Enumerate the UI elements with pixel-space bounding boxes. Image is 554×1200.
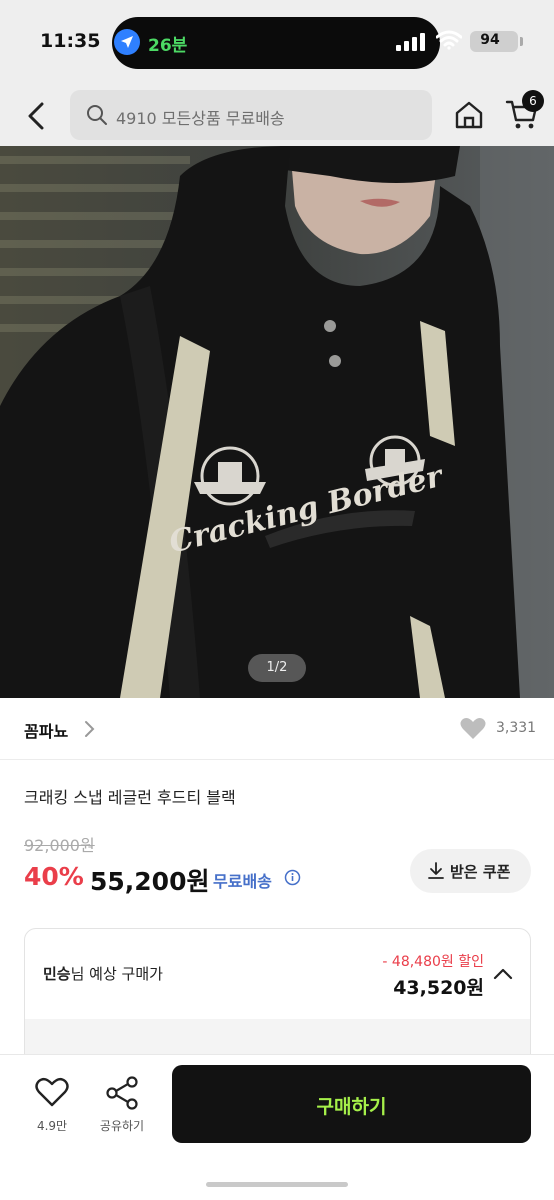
original-price: 92,000원	[24, 836, 95, 855]
like-button[interactable]	[460, 717, 486, 741]
share-label: 공유하기	[99, 1119, 145, 1133]
heart-icon	[460, 718, 486, 739]
product-image[interactable]: Cracking Border	[0, 146, 554, 698]
sale-price: 55,200원	[90, 867, 210, 896]
discount-rate: 40%	[24, 862, 84, 891]
expected-discount: - 48,480원 할인	[382, 954, 484, 970]
expected-price: 43,520원	[393, 977, 484, 999]
share-button[interactable]: 공유하기	[92, 1075, 152, 1141]
battery-tip-icon	[520, 37, 523, 46]
search-input[interactable]: 4910 모든상품 무료배송	[70, 90, 432, 140]
cart-count-badge: 6	[522, 90, 544, 112]
like-count: 3,331	[496, 720, 537, 736]
wishlist-button[interactable]: 4.9만	[30, 1075, 74, 1141]
coupon-label: 받은 쿠폰	[450, 863, 511, 881]
buy-button[interactable]: 구매하기	[172, 1065, 531, 1143]
chevron-up-icon[interactable]	[493, 967, 513, 981]
navigation-arrow-icon	[114, 29, 140, 55]
expected-price-label: 민승님 예상 구매가	[43, 963, 163, 984]
user-name: 민승	[43, 965, 71, 983]
navigation-eta: 26분	[148, 36, 188, 56]
home-icon	[455, 101, 483, 129]
back-button[interactable]	[18, 96, 58, 136]
product-photo	[0, 146, 554, 698]
chevron-left-icon	[28, 102, 44, 130]
product-title: 크래킹 스냅 레글런 후드티 블랙	[24, 788, 236, 807]
battery-indicator: 94	[470, 31, 518, 52]
home-indicator	[206, 1182, 348, 1187]
status-time: 11:35	[40, 30, 101, 52]
brand-name-link[interactable]: 꼼파뇨	[24, 718, 68, 742]
heart-outline-icon	[35, 1077, 69, 1107]
download-icon	[428, 862, 444, 879]
search-placeholder: 4910 모든상품 무료배송	[116, 109, 285, 128]
status-bar: 11:35 26분 94	[0, 0, 554, 84]
app-header: 4910 모든상품 무료배송 6	[0, 84, 554, 146]
image-counter: 1/2	[248, 654, 306, 682]
battery-level: 94	[480, 32, 500, 48]
share-icon	[106, 1076, 138, 1110]
buy-label: 구매하기	[316, 1096, 387, 1118]
wishlist-count: 4.9만	[36, 1119, 68, 1133]
chevron-right-icon	[85, 721, 95, 737]
search-icon	[87, 105, 107, 125]
expected-price-text: 님 예상 구매가	[70, 965, 163, 983]
info-icon[interactable]	[284, 869, 301, 886]
wifi-icon	[436, 30, 462, 50]
coupon-button[interactable]: 받은 쿠폰	[410, 849, 531, 893]
brand-row: 꼼파뇨 3,331	[0, 698, 554, 760]
free-shipping-label: 무료배송	[213, 872, 272, 891]
bottom-action-bar: 4.9만 공유하기 구매하기	[0, 1054, 554, 1200]
home-button[interactable]	[452, 98, 486, 132]
cellular-signal-icon	[396, 33, 425, 51]
